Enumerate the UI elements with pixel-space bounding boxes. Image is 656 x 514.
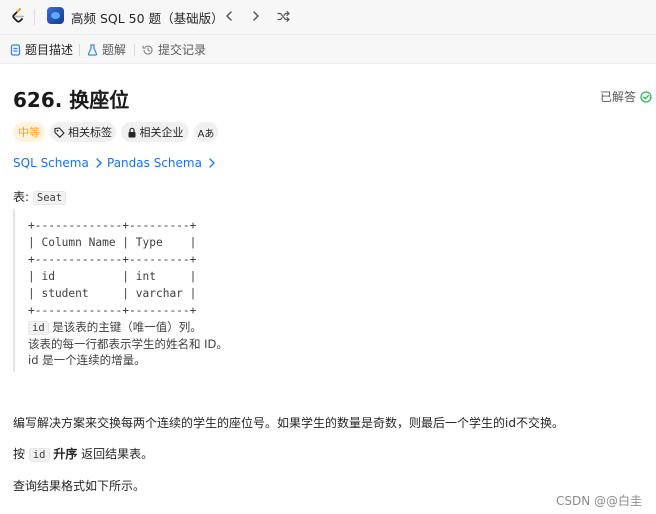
schema-line: | id | int | [28,270,197,283]
tab-solutions[interactable]: 题解 [87,41,126,58]
order-prefix: 按 [13,447,26,461]
schema-note-3: id 是一个连续的增量。 [28,353,146,367]
order-suffix: 返回结果表。 [81,447,154,461]
divider [79,44,80,56]
problem-description: 编写解决方案来交换每两个连续的学生的座位号。如果学生的数量是奇数，则最后一个学生… [13,416,564,430]
lock-icon [128,127,135,137]
tab-description[interactable]: 题目描述 [10,41,73,58]
flask-icon [87,43,98,56]
format-text: 查询结果格式如下所示。 [13,479,146,493]
pandas-schema-link[interactable]: Pandas Schema [107,156,216,170]
tab-submissions[interactable]: 提交记录 [142,41,206,58]
tab-solutions-label: 题解 [102,43,127,57]
schema-line: +-------------+---------+ [28,304,197,317]
chevron-left-icon [226,11,232,21]
watermark: CSDN @@白圭 [555,494,642,508]
schema-line: +-------------+---------+ [28,219,197,232]
schema-table: +-------------+---------+ | Column Name … [28,217,653,319]
schema-line: | student | varchar | [28,287,197,300]
order-code: id [28,448,50,462]
panel-tabs: 题目描述 题解 提交记录 [0,35,656,64]
order-bold: 升序 [53,447,78,461]
chevron-right-icon [96,158,102,168]
order-instruction: 按 id 升序 返回结果表。 [13,445,153,462]
chevron-right-icon [253,11,259,21]
table-name-code: Seat [32,191,67,205]
schema-line: | Column Name | Type | [28,236,197,249]
schema-block: +-------------+---------+ | Column Name … [13,209,653,372]
document-icon [10,43,21,56]
difficulty-badge: 中等 [13,122,45,142]
random-problem-button[interactable] [272,5,294,27]
tab-description-label: 题目描述 [25,43,74,57]
translate-button[interactable]: Aあ [194,122,218,142]
check-circle-icon [640,90,652,103]
tag-icon [54,126,65,138]
study-plan-icon[interactable] [47,7,64,24]
schema-note-1: id 是该表的主键（唯一值）列。 [28,319,653,336]
prev-problem-button[interactable] [218,5,240,27]
shuffle-icon [276,10,290,22]
related-companies-label: 相关企业 [139,126,184,139]
tab-submissions-label: 提交记录 [158,43,207,57]
sql-schema-label: SQL Schema [13,156,89,170]
schema-line: +-------------+---------+ [28,253,197,266]
table-intro: 表: Seat [13,188,67,205]
schema-note-text: 是该表的主键（唯一值）列。 [48,320,202,334]
sql-schema-link[interactable]: SQL Schema [13,156,103,170]
problem-title: 626. 换座位 [13,88,130,112]
next-problem-button[interactable] [245,5,267,27]
related-companies-button[interactable]: 相关企业 [121,122,189,142]
divider [134,44,135,56]
pandas-schema-label: Pandas Schema [107,156,202,170]
divider [34,9,35,25]
history-icon [142,44,153,55]
table-intro-label: 表: [13,190,30,204]
related-tags-label: 相关标签 [68,126,112,139]
study-plan-title[interactable]: 高频 SQL 50 题（基础版） [71,8,224,27]
solved-status: 已解答 [600,88,652,105]
schema-note-2: 该表的每一行都表示学生的姓名和 ID。 [28,337,228,351]
solved-label: 已解答 [599,90,636,104]
related-tags-button[interactable]: 相关标签 [50,122,116,142]
translate-icon: Aあ [197,128,215,140]
top-bar: 高频 SQL 50 题（基础版） [0,0,656,35]
chevron-right-icon [209,158,215,168]
id-code: id [28,321,49,335]
leetcode-logo-icon[interactable] [9,7,27,25]
